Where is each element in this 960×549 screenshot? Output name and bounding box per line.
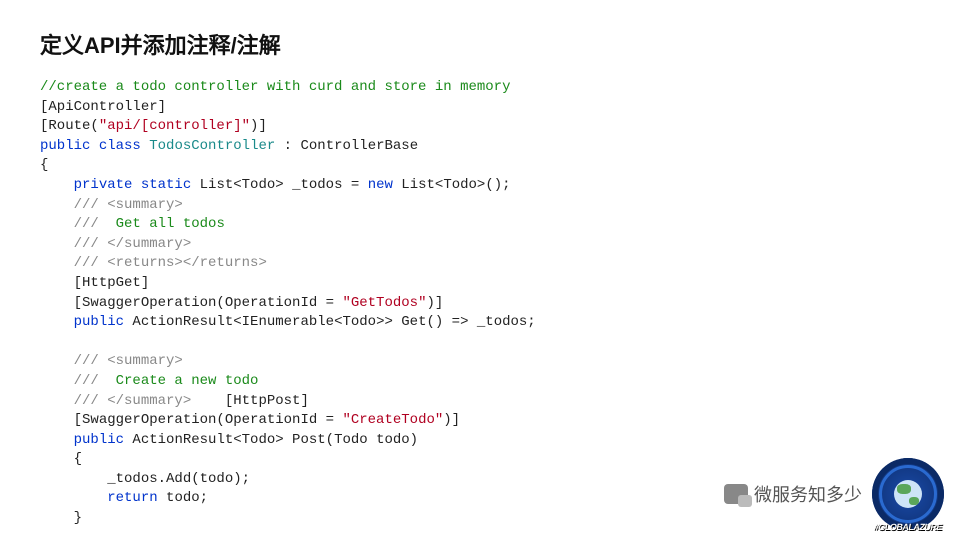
code-token: new xyxy=(368,177,393,193)
global-azure-logo: #GLOBALAZURE xyxy=(872,458,944,530)
code-token: "api/[controller]" xyxy=(99,118,250,134)
code-token: "CreateTodo" xyxy=(342,412,443,428)
code-token: [SwaggerOperation(OperationId = xyxy=(74,295,343,311)
code-line: [Route( xyxy=(40,118,99,134)
code-token: class xyxy=(99,138,141,154)
code-token: static xyxy=(141,177,191,193)
code-token: )] xyxy=(250,118,267,134)
wechat-text: 微服务知多少 xyxy=(754,481,862,507)
footer: 微服务知多少 #GLOBALAZURE xyxy=(724,458,944,530)
code-token: public xyxy=(74,314,124,330)
code-token: ActionResult<Todo> Post(Todo todo) xyxy=(124,432,418,448)
code-line: [ApiController] xyxy=(40,99,166,115)
code-token: public xyxy=(40,138,90,154)
code-line: { xyxy=(74,451,82,467)
code-token: public xyxy=(74,432,124,448)
code-token: ActionResult<IEnumerable<Todo>> Get() =>… xyxy=(124,314,536,330)
code-line: _todos.Add(todo); xyxy=(107,471,250,487)
code-line: /// </summary> xyxy=(74,236,192,252)
slide-title: 定义API并添加注释/注解 xyxy=(40,28,920,60)
code-token: private xyxy=(74,177,133,193)
code-line: [HttpGet] xyxy=(74,275,150,291)
code-line: /// <summary> xyxy=(74,197,183,213)
code-token: : ControllerBase xyxy=(275,138,418,154)
code-token: List<Todo> _todos = xyxy=(191,177,367,193)
code-token: /// xyxy=(74,216,116,232)
code-token: return xyxy=(107,490,157,506)
code-token: [HttpPost] xyxy=(191,393,309,409)
logo-text: #GLOBALAZURE xyxy=(873,522,943,532)
wechat-icon xyxy=(724,484,748,504)
code-token: )] xyxy=(426,295,443,311)
code-line: } xyxy=(74,510,82,526)
code-token: /// xyxy=(74,373,116,389)
code-token: "GetTodos" xyxy=(342,295,426,311)
code-line: { xyxy=(40,157,48,173)
code-token: [SwaggerOperation(OperationId = xyxy=(74,412,343,428)
wechat-badge: 微服务知多少 xyxy=(724,481,862,507)
code-token: List<Todo>(); xyxy=(393,177,511,193)
code-token: TodosController xyxy=(149,138,275,154)
code-token: )] xyxy=(443,412,460,428)
code-token: /// </summary> xyxy=(74,393,192,409)
code-line: //create a todo controller with curd and… xyxy=(40,79,510,95)
code-line: /// <summary> xyxy=(74,353,183,369)
code-token: Get all todos xyxy=(116,216,225,232)
code-line: /// <returns></returns> xyxy=(74,255,267,271)
code-token: todo; xyxy=(158,490,208,506)
globe-icon xyxy=(894,480,922,508)
code-token: Create a new todo xyxy=(116,373,259,389)
